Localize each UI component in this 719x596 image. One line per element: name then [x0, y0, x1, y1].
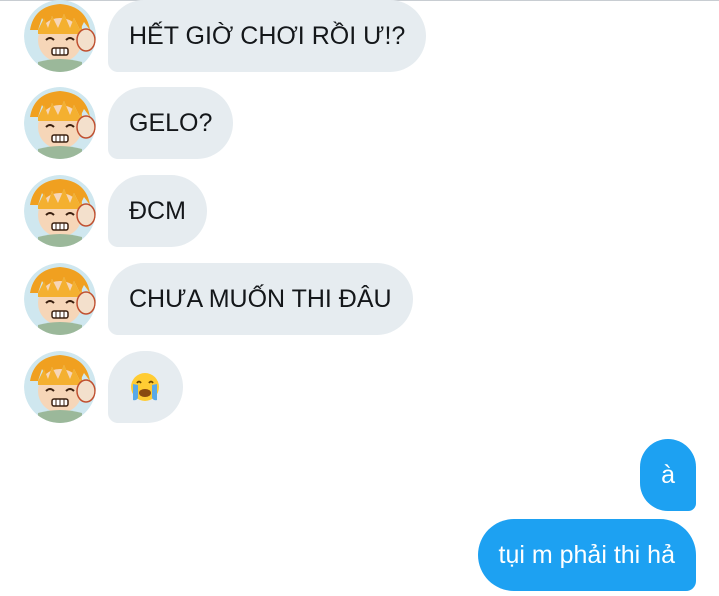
- sender-avatar-icon[interactable]: [24, 0, 96, 72]
- message-text: CHƯA MUỐN THI ĐÂU: [129, 285, 392, 313]
- sender-avatar-icon[interactable]: [24, 351, 96, 423]
- sender-avatar-icon[interactable]: [24, 175, 96, 247]
- message-text: à: [661, 461, 675, 489]
- incoming-emoji-bubble[interactable]: [108, 351, 183, 423]
- incoming-message-bubble[interactable]: GELO?: [108, 87, 234, 159]
- outgoing-message-bubble[interactable]: à: [640, 439, 696, 511]
- incoming-message-bubble[interactable]: ĐCM: [108, 175, 207, 247]
- message-text: HẾT GIỜ CHƠI RỒI Ư!?: [129, 22, 406, 50]
- message-thread: HẾT GIỜ CHƠI RỒI Ư!? GELO? ĐCM CHƯA MUỐN…: [0, 0, 719, 596]
- message-text: ĐCM: [129, 197, 186, 225]
- message-text: GELO?: [129, 109, 213, 137]
- incoming-message-bubble[interactable]: HẾT GIỜ CHƠI RỒI Ư!?: [108, 0, 427, 72]
- outgoing-message-bubble[interactable]: tụi m phải thi hả: [477, 519, 696, 591]
- incoming-message-bubble[interactable]: CHƯA MUỐN THI ĐÂU: [108, 263, 413, 335]
- message-text: tụi m phải thi hả: [498, 541, 676, 569]
- loudly-crying-face-icon: [131, 373, 159, 401]
- sender-avatar-icon[interactable]: [24, 263, 96, 335]
- sender-avatar-icon[interactable]: [24, 87, 96, 159]
